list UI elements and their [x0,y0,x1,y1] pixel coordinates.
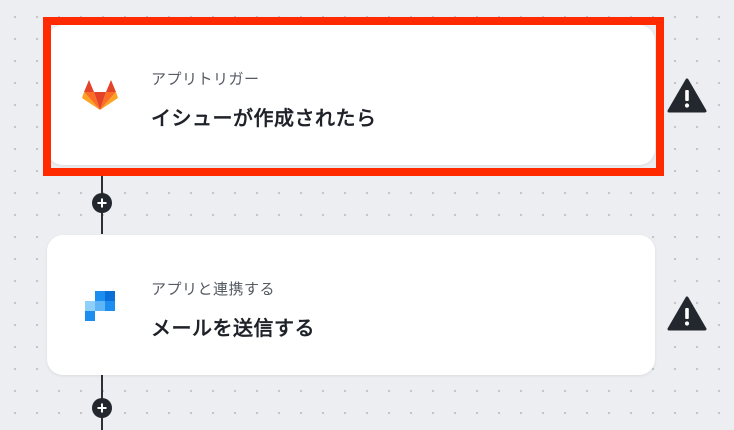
warning-triangle-icon[interactable] [667,296,707,332]
add-step-button[interactable] [92,193,112,213]
mail-app-logo-icon [81,287,119,325]
step-type-label: アプリと連携する [151,280,276,298]
plus-icon [97,403,107,413]
step-title: メールを送信する [151,316,315,340]
flow-step-card-action[interactable]: アプリと連携する メールを送信する [47,235,655,375]
flow-step-card-trigger[interactable]: アプリトリガー イシューが作成されたら [47,25,655,165]
gitlab-logo-icon [81,77,119,115]
step-title: イシューが作成されたら [151,106,377,130]
step-type-label: アプリトリガー [151,70,260,88]
warning-triangle-icon[interactable] [667,78,707,114]
add-step-button[interactable] [92,398,112,418]
plus-icon [97,198,107,208]
